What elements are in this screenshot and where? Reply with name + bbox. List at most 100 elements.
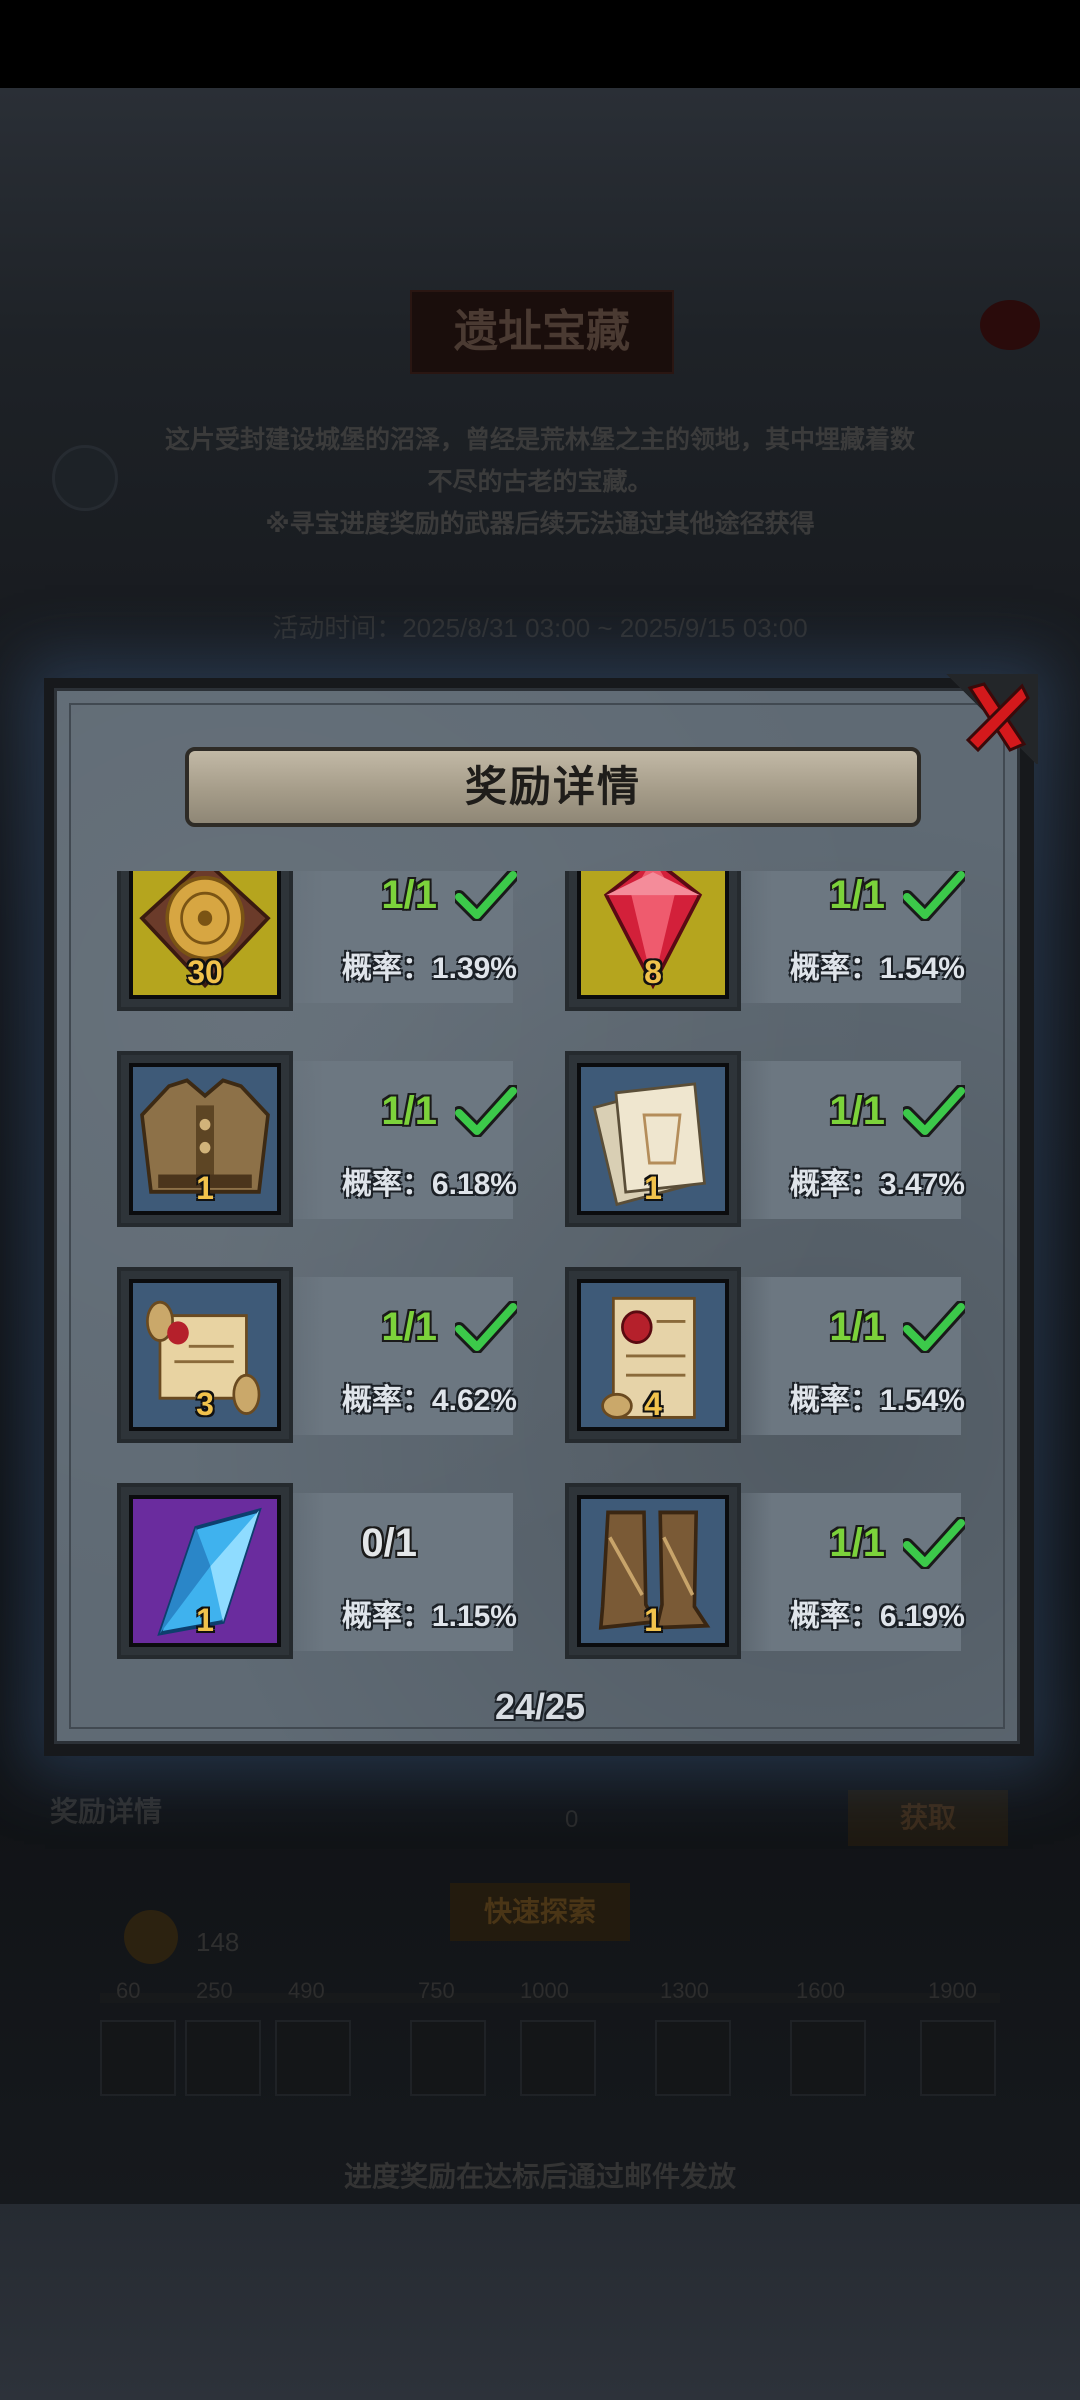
reward-icon-slot[interactable]: 8 xyxy=(565,871,741,1011)
reward-icon-frame: 1 xyxy=(577,1495,729,1647)
reward-icon-slot[interactable]: 1 xyxy=(565,1051,741,1227)
background-reward-slot xyxy=(410,2020,486,2096)
check-icon xyxy=(900,1300,968,1354)
background-milestone: 1600 xyxy=(796,1978,845,2003)
reward-quantity: 8 xyxy=(644,954,662,990)
dialog-panel: 奖励详情 30 1/1 概率：1.39% 8 1/1 概率：1.54% 1 1/… xyxy=(54,688,1020,1744)
icon-background xyxy=(133,1283,277,1427)
background-description-line2: 不尽的古老的宝藏。 xyxy=(427,468,653,496)
reward-icon-slot[interactable]: 30 xyxy=(117,871,293,1011)
reward-quantity: 1 xyxy=(196,1170,214,1206)
reward-item[interactable]: 4 1/1 概率：1.54% xyxy=(565,1267,987,1443)
reward-icon-slot[interactable]: 4 xyxy=(565,1267,741,1443)
background-reward-slot xyxy=(185,2020,261,2096)
reward-item[interactable]: 1 0/1 概率：1.15% xyxy=(117,1483,547,1659)
reward-icon-frame: 3 xyxy=(129,1279,281,1431)
check-icon xyxy=(900,1516,968,1570)
icon-background xyxy=(581,1067,725,1211)
background-coin-count: 148 xyxy=(196,1927,240,1957)
scroll-icon xyxy=(133,1283,277,1427)
icon-background xyxy=(581,1283,725,1427)
reward-item[interactable]: 1 1/1 概率：6.18% xyxy=(117,1051,547,1227)
reward-icon-slot[interactable]: 1 xyxy=(565,1483,741,1659)
check-icon xyxy=(900,1084,968,1138)
reward-icon-slot[interactable]: 1 xyxy=(117,1483,293,1659)
reward-progress: 1/1 xyxy=(829,1521,885,1565)
reward-progress: 1/1 xyxy=(381,1089,437,1133)
check-icon xyxy=(452,871,520,922)
background-obtain-button: 获取 xyxy=(848,1790,1008,1846)
background-reward-slot xyxy=(920,2020,996,2096)
reward-icon-frame: 1 xyxy=(577,1063,729,1215)
background-zero-count: 0 xyxy=(565,1806,579,1833)
reward-quantity: 30 xyxy=(187,954,223,990)
reward-icon-frame: 8 xyxy=(577,871,729,999)
reward-item-panel xyxy=(725,1493,961,1651)
reward-probability: 概率：3.47% xyxy=(789,1168,965,1201)
reward-item-panel xyxy=(277,1493,513,1651)
reward-item-panel xyxy=(277,1277,513,1435)
background-milestone: 1900 xyxy=(928,1978,977,2003)
background-event-time: 活动时间：2025/8/31 03:00 ~ 2025/9/15 03:00 xyxy=(272,613,808,643)
reward-progress: 1/1 xyxy=(381,1305,437,1349)
blue-crystal-icon xyxy=(133,1499,277,1643)
close-button[interactable] xyxy=(944,674,1038,764)
background-milestone: 250 xyxy=(196,1978,233,2003)
reward-counter: 24/25 xyxy=(494,1686,586,1727)
reward-icon-slot[interactable]: 3 xyxy=(117,1267,293,1443)
reward-details-dialog: 奖励详情 30 1/1 概率：1.39% 8 1/1 概率：1.54% 1 1/… xyxy=(44,674,1038,1756)
red-crystal-icon xyxy=(581,871,725,995)
background-reward-slot xyxy=(275,2020,351,2096)
navigation-bar-area xyxy=(0,2204,1080,2400)
icon-background xyxy=(133,1499,277,1643)
reward-item-panel xyxy=(725,1277,961,1435)
reward-progress: 1/1 xyxy=(381,873,437,917)
reward-quantity: 1 xyxy=(196,1602,214,1638)
reward-item-panel xyxy=(725,871,961,1003)
reward-icon-slot[interactable]: 1 xyxy=(117,1051,293,1227)
reward-icon-frame: 30 xyxy=(129,871,281,999)
reward-icon-frame: 1 xyxy=(129,1063,281,1215)
reward-probability: 概率：1.15% xyxy=(341,1600,517,1633)
background-description-line3: ※寻宝进度奖励的武器后续无法通过其他途径获得 xyxy=(265,510,815,538)
check-icon xyxy=(900,871,968,922)
background-footer-note: 进度奖励在达标后通过邮件发放 xyxy=(343,2161,736,2192)
reward-probability: 概率：4.62% xyxy=(341,1384,517,1417)
reward-icon-frame: 1 xyxy=(129,1495,281,1647)
icon-background xyxy=(581,1499,725,1643)
background-milestone: 750 xyxy=(418,1978,455,2003)
reward-item-panel xyxy=(277,871,513,1003)
reward-item[interactable]: 1 1/1 概率：6.19% xyxy=(565,1483,987,1659)
blueprint-papers-icon xyxy=(581,1067,725,1211)
icon-background xyxy=(133,871,277,995)
sealed-letter-icon xyxy=(581,1283,725,1427)
background-reward-slot xyxy=(520,2020,596,2096)
reward-quantity: 4 xyxy=(644,1386,662,1422)
icon-background xyxy=(581,871,725,995)
background-milestone: 60 xyxy=(116,1978,141,2003)
reward-progress: 1/1 xyxy=(829,1089,885,1133)
background-description-line1: 这片受封建设城堡的沼泽，曾经是荒林堡之主的领地，其中埋藏着数 xyxy=(164,426,915,454)
gold-clock-tile-icon xyxy=(133,871,277,995)
check-icon xyxy=(452,1300,520,1354)
background-milestone: 1300 xyxy=(660,1978,709,2003)
background-reward-slot xyxy=(655,2020,731,2096)
icon-background xyxy=(133,1067,277,1211)
reward-probability: 概率：6.19% xyxy=(789,1600,965,1633)
status-bar xyxy=(0,0,1080,88)
reward-quantity: 1 xyxy=(644,1170,662,1206)
reward-item[interactable]: 1 1/1 概率：3.47% xyxy=(565,1051,987,1227)
reward-item[interactable]: 30 1/1 概率：1.39% xyxy=(117,871,547,1011)
background-help-icon xyxy=(52,445,118,511)
reward-item[interactable]: 8 1/1 概率：1.54% xyxy=(565,871,987,1011)
reward-item[interactable]: 3 1/1 概率：4.62% xyxy=(117,1267,547,1443)
background-quick-explore-button: 快速探索 xyxy=(450,1883,630,1941)
reward-quantity: 3 xyxy=(196,1386,214,1422)
reward-list[interactable]: 30 1/1 概率：1.39% 8 1/1 概率：1.54% 1 1/1 概率：… xyxy=(117,871,987,1673)
reward-icon-frame: 4 xyxy=(577,1279,729,1431)
reward-quantity: 1 xyxy=(644,1602,662,1638)
reward-progress: 1/1 xyxy=(829,873,885,917)
leather-armor-icon xyxy=(133,1067,277,1211)
check-icon xyxy=(452,1084,520,1138)
reward-probability: 概率：1.54% xyxy=(789,952,965,985)
